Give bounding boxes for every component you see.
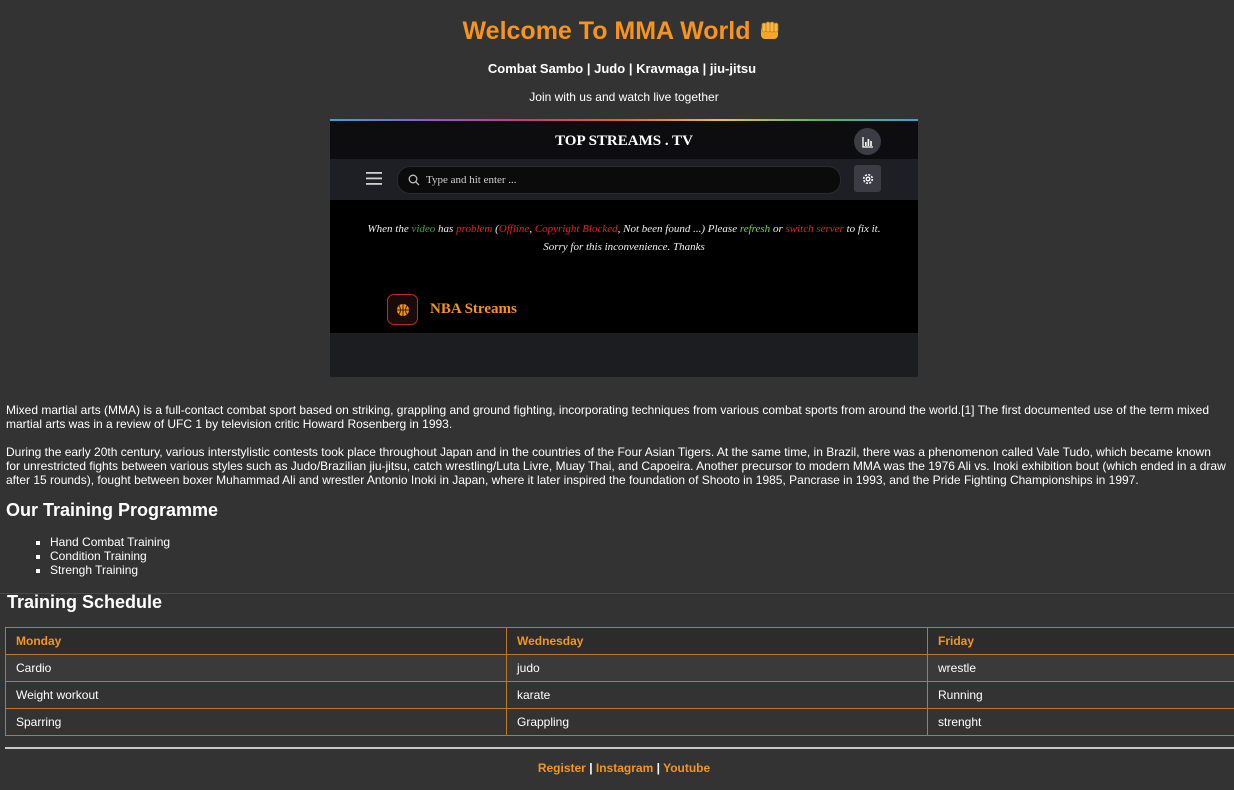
youtube-link[interactable]: Youtube xyxy=(663,761,710,775)
training-heading: Our Training Programme xyxy=(6,500,219,520)
gear-icon xyxy=(862,173,873,184)
widget-header: TOP STREAMS . TV xyxy=(330,121,918,159)
search-box xyxy=(397,166,841,194)
fist-icon xyxy=(759,20,781,49)
nba-streams-link[interactable]: NBA Streams xyxy=(387,294,517,325)
divider xyxy=(0,593,1234,594)
table-row: Sparring Grappling strenght xyxy=(5,708,1234,736)
table-cell: Running xyxy=(927,681,1234,709)
widget-toolbar xyxy=(330,159,918,200)
table-cell: Sparring xyxy=(5,708,507,736)
separator: | xyxy=(586,61,591,76)
notice-offline: Offline xyxy=(498,223,530,235)
hamburger-menu-icon[interactable] xyxy=(366,172,382,185)
notice-part: or xyxy=(770,223,786,235)
history-paragraph: During the early 20th century, various i… xyxy=(6,445,1226,487)
stats-button[interactable] xyxy=(854,128,881,155)
notice-refresh: refresh xyxy=(739,223,771,235)
site-title-text: Welcome To MMA World xyxy=(462,17,751,45)
column-header: Monday xyxy=(5,627,507,655)
notice-video: video xyxy=(411,223,436,235)
table-cell: Weight workout xyxy=(5,681,507,709)
notice-part: When the xyxy=(367,223,412,235)
separator: | xyxy=(702,61,707,76)
table-cell: judo xyxy=(506,654,928,682)
notice-part: has xyxy=(435,223,457,235)
stream-widget: TOP STREAMS . TV When the video has prob… xyxy=(330,119,918,377)
sport-item: jiu-jitsu xyxy=(709,61,757,76)
bar-chart-icon xyxy=(861,136,873,148)
separator: | xyxy=(656,761,660,775)
tagline: Join with us and watch live together xyxy=(529,90,719,104)
separator: | xyxy=(628,61,633,76)
list-item: Condition Training xyxy=(50,549,170,563)
sport-item: Kravmaga xyxy=(636,61,699,76)
table-cell: strenght xyxy=(927,708,1234,736)
register-link[interactable]: Register xyxy=(538,761,586,775)
page: Welcome To MMA World Combat Sambo | Judo… xyxy=(0,0,1234,790)
sport-item: Combat Sambo xyxy=(487,61,584,76)
table-header-row: Monday Wednesday Friday xyxy=(5,627,1234,655)
footer-links: Register | Instagram | Youtube xyxy=(0,761,1234,775)
table-row: Cardio judo wrestle xyxy=(5,654,1234,682)
column-header: Friday xyxy=(927,627,1234,655)
sport-item: Judo xyxy=(594,61,626,76)
sports-list: Combat Sambo | Judo | Kravmaga | jiu-jit… xyxy=(0,61,1234,76)
column-header: Wednesday xyxy=(506,627,928,655)
table-cell: wrestle xyxy=(927,654,1234,682)
separator: | xyxy=(589,761,593,775)
instagram-link[interactable]: Instagram xyxy=(596,761,653,775)
table-cell: karate xyxy=(506,681,928,709)
search-input[interactable] xyxy=(426,167,826,193)
site-title: Welcome To MMA World xyxy=(0,17,1234,49)
schedule-table: Monday Wednesday Friday Cardio judo wres… xyxy=(5,627,1234,736)
nba-streams-label: NBA Streams xyxy=(430,301,517,317)
list-item: Strengh Training xyxy=(50,563,170,577)
table-cell: Cardio xyxy=(5,654,507,682)
list-item: Hand Combat Training xyxy=(50,535,170,549)
footer-divider xyxy=(5,747,1234,749)
widget-body: When the video has problem (Offline, Cop… xyxy=(330,200,918,333)
settings-button[interactable] xyxy=(854,165,881,192)
basketball-icon-box xyxy=(387,294,418,325)
schedule-heading: Training Schedule xyxy=(7,592,163,612)
table-row: Weight workout karate Running xyxy=(5,681,1234,709)
basketball-icon xyxy=(396,303,409,316)
training-list: Hand Combat Training Condition Training … xyxy=(50,535,170,577)
notice-text: When the video has problem (Offline, Cop… xyxy=(360,220,888,256)
widget-title: TOP STREAMS . TV xyxy=(555,133,693,149)
notice-switch-server: switch server xyxy=(785,223,844,235)
table-cell: Grappling xyxy=(506,708,928,736)
notice-part: , Not been found ...) Please xyxy=(617,223,740,235)
notice-copyright: Copyright Blocked xyxy=(534,223,618,235)
notice-problem: problem xyxy=(456,223,493,235)
intro-paragraph: Mixed martial arts (MMA) is a full-conta… xyxy=(6,403,1210,431)
search-icon xyxy=(408,174,420,186)
